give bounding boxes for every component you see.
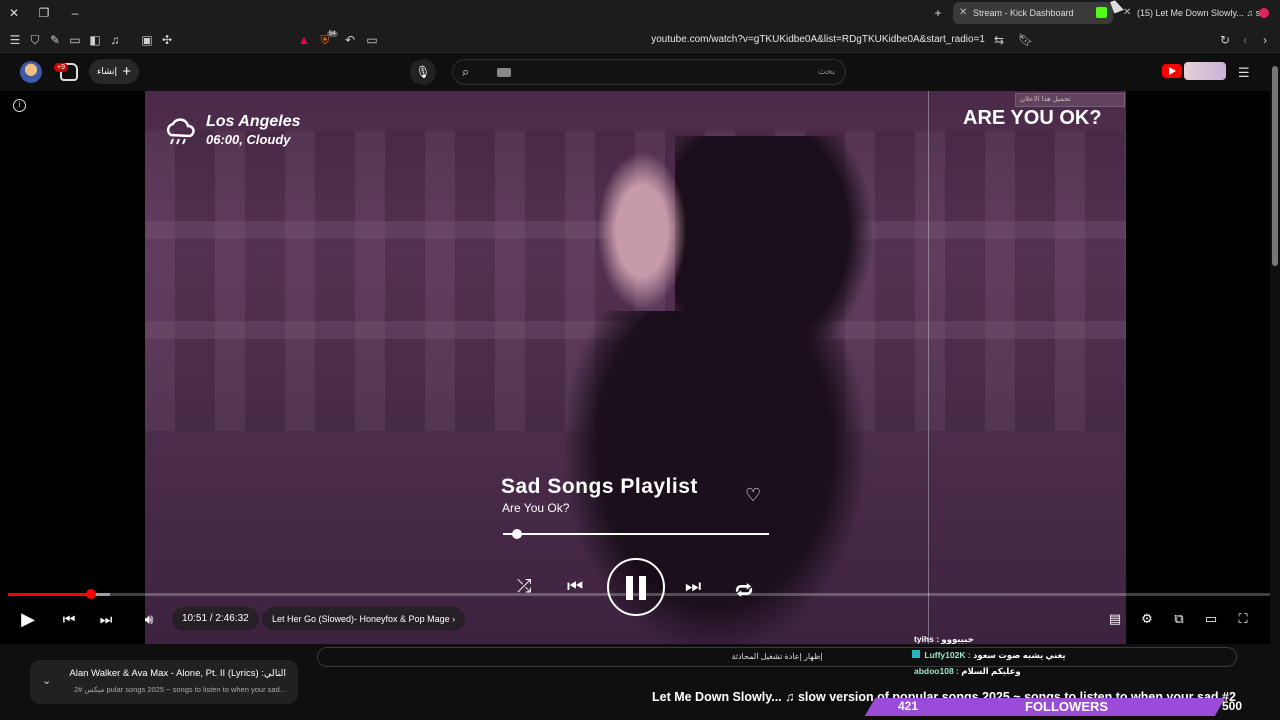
next-button[interactable]: ⏭︎ <box>97 608 115 630</box>
close-tab-icon[interactable]: ✕ <box>959 2 967 24</box>
guide-menu-icon[interactable]: ☰ <box>1238 65 1252 81</box>
ad-overlay[interactable]: تحميل هذا الاعلان <box>1015 93 1125 107</box>
followers-label: FOLLOWERS <box>1025 699 1109 714</box>
previous-button[interactable]: ⏮︎ <box>60 608 78 630</box>
create-button[interactable]: إنشاء + <box>89 59 139 84</box>
playlist-title: Sad Songs Playlist <box>501 475 698 498</box>
voice-search-icon[interactable]: 🎙︎ <box>410 59 436 85</box>
play-button[interactable]: ▶ <box>18 608 38 630</box>
chat-username: Luffy102K : <box>924 650 971 660</box>
miniplayer-button[interactable]: ⧉ <box>1170 610 1188 628</box>
kick-favicon-icon <box>1096 7 1107 18</box>
overlay-progress-bar <box>503 533 769 535</box>
browser-tab-bar: ✕ ❐ – + ✕ Stream - Kick Dashboard ✕ (15)… <box>0 0 1280 27</box>
forward-icon[interactable]: › <box>1258 33 1272 47</box>
playlist-subtitle: Are You Ok? <box>502 501 570 515</box>
show-chat-replay-button[interactable]: إظهار إعادة تشغيل المحادثة <box>317 647 1237 667</box>
weather-city: Los Angeles <box>206 113 301 130</box>
new-tab-icon[interactable]: + <box>930 5 946 21</box>
restore-window-icon[interactable]: ❐ <box>36 5 52 21</box>
minimize-window-icon[interactable]: – <box>67 5 83 21</box>
scrollbar-thumb[interactable] <box>1272 66 1278 266</box>
video-player[interactable]: i Los Angeles 06:00, Cloudy تحميل هذا ال… <box>0 91 1270 644</box>
time-display: 10:51 / 2:46:32 <box>172 607 259 631</box>
overlay-pause-icon <box>607 558 665 616</box>
menu-icon[interactable]: ☰ <box>8 33 22 47</box>
fullscreen-button[interactable]: ⛶ <box>1234 610 1252 628</box>
close-tab-icon[interactable]: ✕ <box>1123 2 1131 24</box>
youtube-logo[interactable] <box>1162 64 1182 78</box>
tab-youtube[interactable]: ✕ (15) Let Me Down Slowly... ♫ slo <box>1117 2 1277 24</box>
plus-icon: + <box>122 63 131 80</box>
info-icon[interactable]: i <box>13 99 26 112</box>
music-icon[interactable]: ♫ <box>108 33 122 47</box>
theater-mode-button[interactable]: ▭ <box>1202 610 1220 628</box>
close-window-icon[interactable]: ✕ <box>6 5 22 21</box>
browser-toolbar: ☰ ⛉ ✎ ▭ ◧ ♫ ▣ ✣ ▲ ⛨ 54 ↶ ▭ youtube.com/w… <box>0 27 1280 53</box>
cast-icon[interactable]: ▭ <box>365 33 379 47</box>
chat-badge-icon <box>912 650 920 658</box>
tab-label: (15) Let Me Down Slowly... ♫ slo <box>1137 8 1268 18</box>
create-label: إنشاء <box>97 66 118 76</box>
wallet-icon[interactable]: ▣ <box>140 33 154 47</box>
pen-icon[interactable]: ✎ <box>48 33 62 47</box>
chat-message: abdoo108 : وعليكم السلام <box>914 666 1021 677</box>
avatar[interactable] <box>20 61 42 83</box>
progress-scrubber[interactable] <box>86 589 96 599</box>
chevron-down-icon[interactable]: ⌄ <box>42 674 51 687</box>
person-face <box>597 151 687 311</box>
reload-icon[interactable]: ↻ <box>1218 33 1232 47</box>
overlay-progress-knob <box>512 529 522 539</box>
chat-message: tyihs : حبيبووو <box>914 634 974 645</box>
progress-played <box>8 593 90 596</box>
heart-icon: ♡ <box>745 485 762 505</box>
address-bar[interactable]: youtube.com/watch?v=gTKUKidbe0A&list=RDg… <box>520 34 985 45</box>
search-input[interactable]: ⌕ بحث <box>452 59 846 85</box>
chat-username: tyihs : <box>914 634 940 644</box>
bookmark-icon[interactable]: 🔖︎ <box>1018 33 1033 47</box>
weather-time: 06:00, Cloudy <box>206 132 291 147</box>
subtitles-button[interactable]: ▤ <box>1106 610 1124 628</box>
video-frame[interactable]: Los Angeles 06:00, Cloudy تحميل هذا الاع… <box>145 91 1126 644</box>
extensions-icon[interactable]: ✣ <box>160 33 174 47</box>
site-settings-icon[interactable]: ⇆ <box>992 33 1006 47</box>
notification-count-badge: +9 <box>54 63 68 72</box>
keyboard-icon[interactable] <box>497 68 511 77</box>
search-placeholder: بحث <box>817 66 835 76</box>
tabs-icon[interactable]: ▭ <box>68 33 82 47</box>
chat-text: يغني يشبه صوت سعود <box>973 650 1066 660</box>
search-icon[interactable]: ⌕ <box>462 64 476 79</box>
up-next-subtitle: ميكس #2 pular songs 2025 ~ songs to list… <box>74 685 286 694</box>
volume-button[interactable]: 🔊︎ <box>139 608 159 630</box>
chat-username: abdoo108 : <box>914 666 959 676</box>
chat-text: حبيبووو <box>941 634 974 644</box>
shields-count-badge: 54 <box>327 31 338 37</box>
tab-label: Stream - Kick Dashboard <box>973 8 1074 18</box>
progress-bar[interactable] <box>8 593 1270 596</box>
up-next-card[interactable]: ⌄ Alan Walker & Ava Max - Alone, Pt. II … <box>30 660 298 704</box>
divider-line <box>928 91 929 644</box>
youtube-header: إنشاء + 🎙︎ ⌕ بحث ☰ <box>0 53 1280 91</box>
chat-text: وعليكم السلام <box>961 666 1021 676</box>
rain-cloud-icon <box>166 118 195 145</box>
person-hair <box>675 136 875 376</box>
brave-rewards-icon[interactable]: ▲ <box>297 33 311 47</box>
back-icon[interactable]: ‹ <box>1238 33 1252 47</box>
shield-icon[interactable]: ⛉ <box>28 33 42 47</box>
up-next-title: Alan Walker & Ava Max - Alone, Pt. II (L… <box>69 668 286 679</box>
followers-goal: 500 <box>1222 699 1243 713</box>
chat-message: Luffy102K : يغني يشبه صوت سعود <box>912 650 1066 661</box>
corner-title: ARE YOU OK? <box>963 107 1102 129</box>
settings-gear-icon[interactable]: ⚙ <box>1138 610 1156 628</box>
sidebar-icon[interactable]: ◧ <box>88 33 102 47</box>
youtube-doodle-logo[interactable] <box>1184 62 1226 80</box>
chapter-title: Let Her Go (Slowed)- Honeyfox & Pop Mage <box>272 614 450 624</box>
repeat-icon: 🔁︎ <box>735 581 753 601</box>
tab-kick-dashboard[interactable]: ✕ Stream - Kick Dashboard <box>953 2 1113 24</box>
chapter-button[interactable]: Let Her Go (Slowed)- Honeyfox & Pop Mage… <box>262 607 466 631</box>
recording-indicator-icon <box>1259 8 1269 18</box>
chevron-right-icon: › <box>452 614 456 624</box>
undo-icon[interactable]: ↶ <box>343 33 357 47</box>
followers-count: 421 <box>898 699 919 713</box>
